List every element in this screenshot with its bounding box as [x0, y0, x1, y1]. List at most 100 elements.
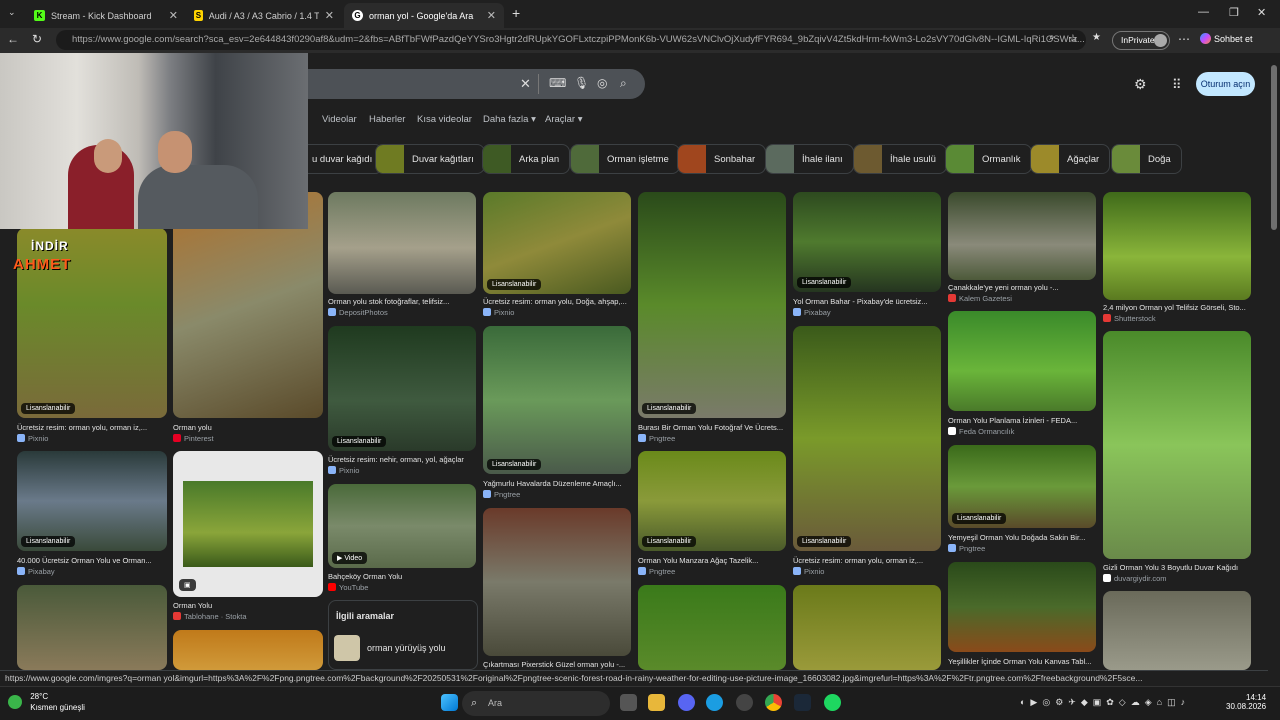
scroll-thumb[interactable]: [1271, 65, 1277, 230]
edge-icon[interactable]: [706, 694, 723, 711]
tab-videos[interactable]: Videolar: [322, 114, 357, 125]
result-image[interactable]: [1103, 331, 1251, 559]
chip-trees[interactable]: Ağaçlar: [1030, 144, 1111, 174]
file-explorer-icon[interactable]: [648, 694, 665, 711]
tab-news[interactable]: Haberler: [369, 114, 405, 125]
result-image[interactable]: [793, 585, 941, 670]
chip-tender-notice[interactable]: İhale ilanı: [765, 144, 854, 174]
result-image[interactable]: [1103, 192, 1251, 300]
browser-tab-kick[interactable]: K Stream - Kick Dashboard ✕: [26, 3, 186, 28]
steam-icon[interactable]: [794, 694, 811, 711]
chip-background[interactable]: Arka plan: [482, 144, 571, 174]
result-image[interactable]: [948, 562, 1096, 652]
result-image[interactable]: [328, 192, 476, 294]
microphone-icon[interactable]: 🎙: [574, 76, 589, 90]
search-icon[interactable]: ⌕: [620, 76, 627, 91]
tab-more[interactable]: Daha fazla ▾: [483, 114, 536, 125]
result-caption[interactable]: Yeşillikler İçinde Orman Yolu Kanvas Tab…: [948, 657, 1098, 666]
result-caption[interactable]: Ücretsiz resim: nehir, orman, yol, ağaçl…: [328, 455, 478, 464]
settings-gear-icon[interactable]: ⚙: [1134, 76, 1147, 93]
result-caption[interactable]: Yemyeşil Orman Yolu Doğada Sakin Bir...: [948, 533, 1098, 542]
result-image[interactable]: Lisanslanabilir: [793, 192, 941, 292]
browser-tab-audi[interactable]: S Audi / A3 / A3 Cabrio / 1.4 TFSI / A ✕: [186, 3, 342, 28]
result-caption[interactable]: Orman yolu: [173, 423, 323, 432]
clear-search-icon[interactable]: ✕: [520, 76, 531, 92]
result-caption[interactable]: Yağmurlu Havalarda Düzenleme Amaçlı...: [483, 479, 633, 488]
result-caption[interactable]: Bahçeköy Orman Yolu: [328, 572, 478, 581]
signin-button[interactable]: Oturum açın: [1196, 72, 1255, 96]
chip-wallpaper[interactable]: u duvar kağıdı: [300, 144, 384, 174]
result-caption[interactable]: Gizli Orman Yolu 3 Boyutlu Duvar Kağıdı: [1103, 563, 1253, 572]
taskbar-search[interactable]: ⌕ Ara: [462, 691, 610, 716]
result-image[interactable]: Lisanslanabilir: [948, 445, 1096, 528]
back-icon[interactable]: ←: [7, 32, 19, 46]
more-menu-icon[interactable]: ⋯: [1178, 32, 1190, 46]
new-tab-button[interactable]: +: [512, 5, 520, 21]
result-caption[interactable]: Orman yolu stok fotoğraflar, telifsiz...: [328, 297, 478, 306]
result-image[interactable]: Lisanslanabilir: [793, 326, 941, 551]
search-input[interactable]: [300, 69, 645, 99]
obs-icon[interactable]: [736, 694, 753, 711]
close-tab-icon[interactable]: ✕: [325, 9, 334, 22]
result-video[interactable]: ▶ Video: [328, 484, 476, 568]
result-caption[interactable]: Orman Yolu Planlama İzinleri - FEDA...: [948, 416, 1098, 425]
zoom-icon[interactable]: ⌕: [1049, 32, 1055, 43]
chip-wallpapers[interactable]: Duvar kağıtları: [375, 144, 485, 174]
result-image[interactable]: [173, 630, 323, 670]
chip-autumn[interactable]: Sonbahar: [677, 144, 767, 174]
result-image[interactable]: [1103, 591, 1251, 670]
close-tab-icon[interactable]: ✕: [487, 9, 496, 22]
chip-tender-method[interactable]: İhale usulü: [853, 144, 947, 174]
apps-grid-icon[interactable]: ⠿: [1172, 77, 1182, 93]
chip-woodland[interactable]: Ormanlık: [945, 144, 1032, 174]
related-item[interactable]: orman yürüyüş yolu: [367, 643, 446, 653]
maximize-icon[interactable]: ❐: [1229, 6, 1239, 19]
tab-tools[interactable]: Araçlar ▾: [545, 114, 583, 125]
result-image[interactable]: Lisanslanabilir: [638, 192, 786, 418]
weather-widget[interactable]: 28°C Kısmen güneşli: [8, 691, 85, 713]
refresh-icon[interactable]: ↻: [32, 32, 42, 46]
result-image[interactable]: Lisanslanabilir: [638, 451, 786, 551]
result-image[interactable]: [638, 585, 786, 670]
result-caption[interactable]: Orman Yolu: [173, 601, 323, 610]
result-image[interactable]: Lisanslanabilir: [483, 326, 631, 474]
result-caption[interactable]: Ücretsiz resim: orman yolu, Doğa, ahşap,…: [483, 297, 633, 306]
taskbar-clock[interactable]: 14:14 30.08.2026: [1226, 693, 1266, 711]
result-caption[interactable]: Burası Bir Orman Yolu Fotoğraf Ve Ücrets…: [638, 423, 788, 432]
address-bar[interactable]: https://www.google.com/search?sca_esv=2e…: [56, 30, 1086, 50]
result-image[interactable]: [948, 192, 1096, 280]
chip-nature[interactable]: Doğa: [1111, 144, 1182, 174]
chrome-icon[interactable]: [765, 694, 782, 711]
result-image[interactable]: Lisanslanabilir: [328, 326, 476, 451]
result-image[interactable]: [948, 311, 1096, 411]
close-window-icon[interactable]: ✕: [1257, 6, 1266, 19]
result-caption[interactable]: 40.000 Ücretsiz Orman Yolu ve Orman...: [17, 556, 167, 565]
chip-forest-management[interactable]: Orman işletme: [570, 144, 680, 174]
result-image[interactable]: Lisanslanabilir: [17, 451, 167, 551]
result-caption[interactable]: 2,4 milyon Orman yol Telifsiz Görseli, S…: [1103, 303, 1253, 312]
page-scrollbar[interactable]: [1268, 53, 1280, 670]
result-caption[interactable]: Ücretsiz resim: orman yolu, orman iz,...: [793, 556, 943, 565]
result-caption[interactable]: Ücretsiz resim: orman yolu, orman iz,...: [17, 423, 167, 432]
close-tab-icon[interactable]: ✕: [169, 9, 178, 22]
result-image[interactable]: ▣: [173, 451, 323, 597]
copilot-button[interactable]: Sohbet et: [1200, 33, 1253, 44]
tab-short-videos[interactable]: Kısa videolar: [417, 114, 472, 125]
browser-tab-google[interactable]: G orman yol - Google'da Ara ✕: [344, 3, 504, 28]
result-caption[interactable]: Çanakkale'ye yeni orman yolu -...: [948, 283, 1098, 292]
result-image[interactable]: Lisanslanabilir: [483, 192, 631, 294]
system-tray-icons[interactable]: ◐▶◎⚙✈◆▣✿◇☁◈⌂◫♪: [1020, 697, 1190, 708]
result-image[interactable]: [17, 585, 167, 670]
tab-list-chevron-icon[interactable]: ⌄: [8, 7, 16, 18]
keyboard-icon[interactable]: ⌨: [549, 76, 566, 90]
spotify-icon[interactable]: [824, 694, 841, 711]
result-caption[interactable]: Orman Yolu Manzara Ağaç Tazelik...: [638, 556, 788, 565]
favorite-star-icon[interactable]: ☆: [1068, 32, 1078, 45]
inprivate-badge[interactable]: InPrivate: [1112, 31, 1170, 50]
result-caption[interactable]: Yol Orman Bahar - Pixabay'de ücretsiz...: [793, 297, 943, 306]
start-icon[interactable]: [441, 694, 458, 711]
lens-icon[interactable]: ◎: [597, 76, 607, 90]
discord-icon[interactable]: [678, 694, 695, 711]
result-image[interactable]: [483, 508, 631, 656]
task-view-icon[interactable]: [620, 694, 637, 711]
